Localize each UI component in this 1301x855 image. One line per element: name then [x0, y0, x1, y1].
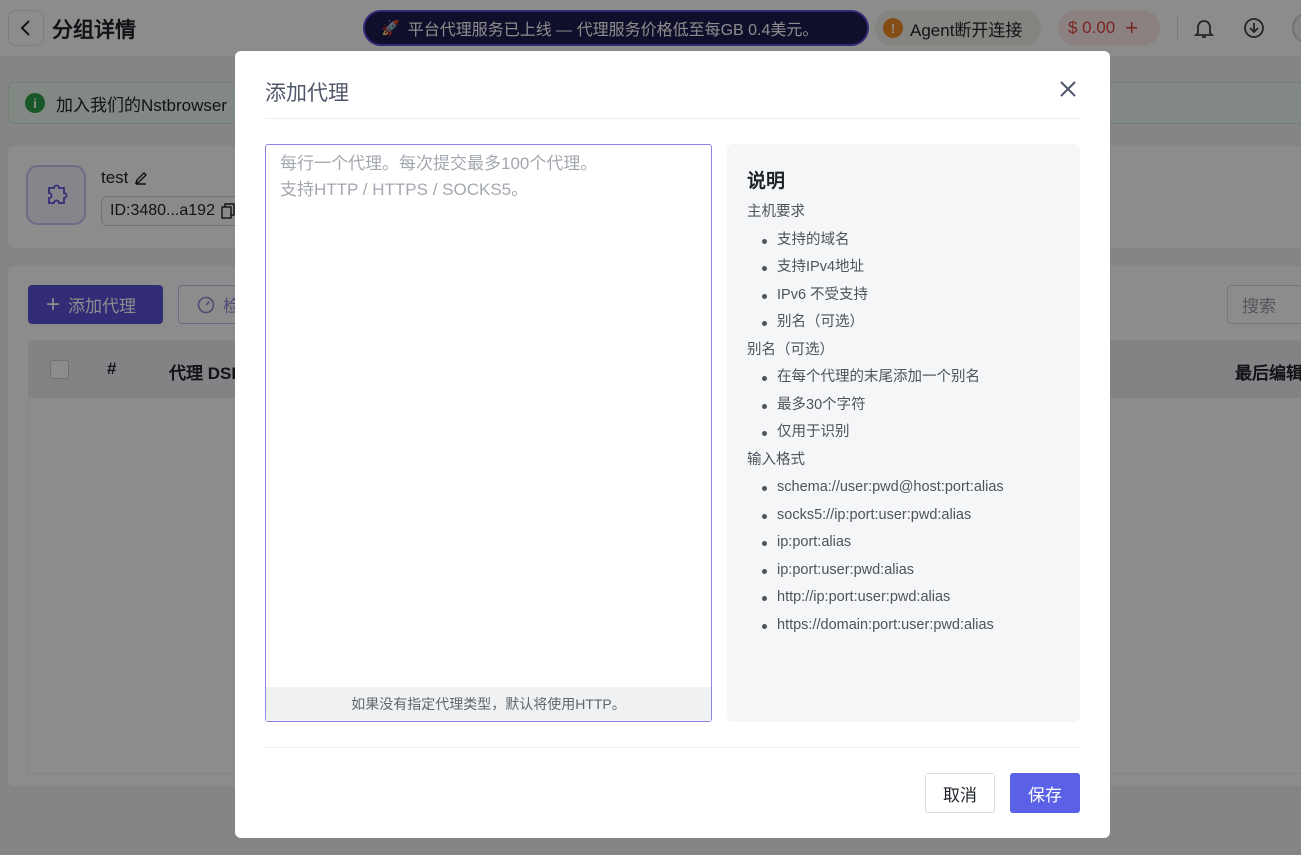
- proxy-input-hint: 如果没有指定代理类型，默认将使用HTTP。: [266, 687, 711, 721]
- divider: [265, 118, 1080, 119]
- proxy-input-area: 如果没有指定代理类型，默认将使用HTTP。: [265, 144, 712, 722]
- list-item: ip:port:alias: [759, 529, 1060, 557]
- cancel-button[interactable]: 取消: [925, 773, 995, 813]
- list-item: socks5://ip:port:user:pwd:alias: [759, 502, 1060, 530]
- close-icon: [1060, 81, 1076, 97]
- list-item: 支持IPv4地址: [759, 254, 1060, 282]
- list-item: schema://user:pwd@host:port:alias: [759, 474, 1060, 502]
- dialog-title: 添加代理: [265, 82, 349, 105]
- help-panel: 说明 主机要求 支持的域名 支持IPv4地址 IPv6 不受支持 别名（可选） …: [727, 144, 1080, 722]
- save-button[interactable]: 保存: [1010, 773, 1080, 813]
- list-item: ip:port:user:pwd:alias: [759, 557, 1060, 585]
- proxy-textarea[interactable]: [266, 145, 711, 687]
- help-heading-alias: 别名（可选）: [747, 341, 834, 358]
- list-item: http://ip:port:user:pwd:alias: [759, 584, 1060, 612]
- help-heading-host: 主机要求: [747, 204, 805, 220]
- help-list-format: schema://user:pwd@host:port:alias socks5…: [747, 474, 1060, 639]
- divider: [265, 747, 1080, 748]
- list-item: https://domain:port:user:pwd:alias: [759, 612, 1060, 640]
- list-item: 仅用于识别: [759, 419, 1060, 447]
- list-item: 最多30个字符: [759, 392, 1060, 420]
- add-proxy-dialog: 添加代理 如果没有指定代理类型，默认将使用HTTP。 说明 主机要求 支持的域名…: [235, 51, 1110, 838]
- help-list-alias: 在每个代理的末尾添加一个别名 最多30个字符 仅用于识别: [747, 364, 1060, 447]
- list-item: 别名（可选）: [759, 309, 1060, 337]
- list-item: 在每个代理的末尾添加一个别名: [759, 364, 1060, 392]
- help-title: 说明: [747, 171, 786, 192]
- list-item: IPv6 不受支持: [759, 282, 1060, 310]
- close-button[interactable]: [1055, 76, 1081, 102]
- help-list-host: 支持的域名 支持IPv4地址 IPv6 不受支持 别名（可选）: [747, 227, 1060, 337]
- list-item: 支持的域名: [759, 227, 1060, 255]
- help-heading-format: 输入格式: [747, 451, 805, 468]
